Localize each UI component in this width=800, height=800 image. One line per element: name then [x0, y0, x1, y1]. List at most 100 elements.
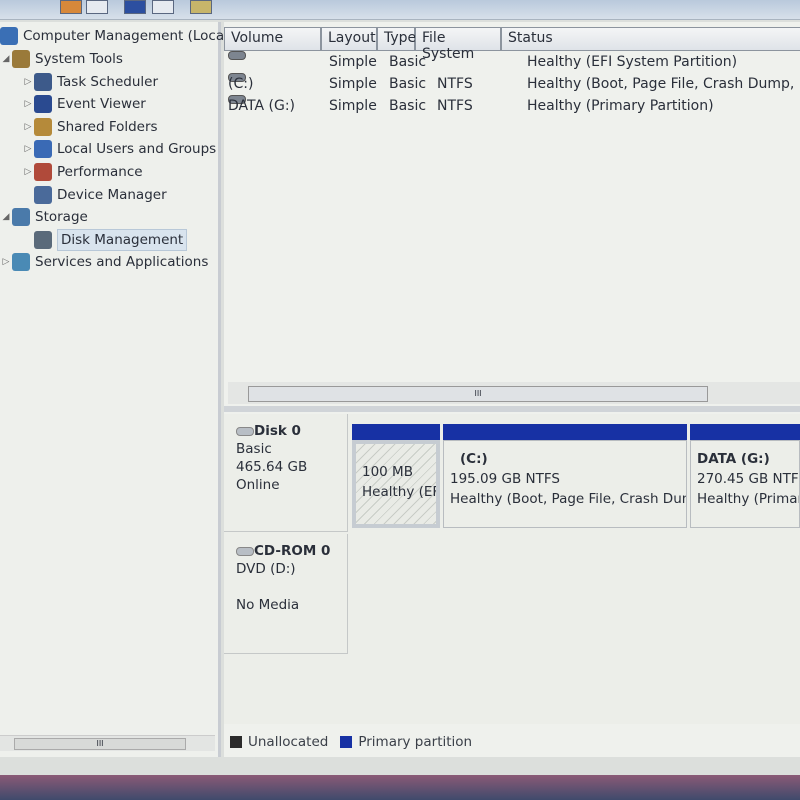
show-hide-tree-button[interactable]: [86, 0, 108, 14]
partition-size: 100 MB: [362, 464, 413, 480]
collapse-arrow-icon[interactable]: ◢: [0, 49, 12, 69]
disk-management-icon: [34, 230, 52, 249]
device-manager-icon: [34, 185, 52, 204]
disk-type: DVD (D:): [236, 561, 296, 577]
disk-0-label[interactable]: Disk 0 Basic 465.64 GB Online: [224, 414, 348, 532]
column-layout[interactable]: Layout: [321, 27, 377, 51]
column-file-system[interactable]: File System: [415, 27, 501, 62]
primary-swatch: [340, 736, 353, 748]
volume-list-header: Volume Layout Type File System Status: [224, 27, 800, 62]
partition-status: Healthy (EF: [362, 484, 440, 500]
shared-folder-icon: [34, 117, 52, 136]
expand-arrow-icon[interactable]: ▷: [22, 72, 34, 92]
disk-state: No Media: [236, 597, 300, 613]
volume-name: (C:): [228, 76, 254, 92]
expand-arrow-icon[interactable]: ▷: [22, 162, 34, 182]
tree-item[interactable]: ◢ Storage: [0, 207, 88, 227]
scroll-thumb[interactable]: III: [14, 738, 186, 750]
volume-list-horizontal-scrollbar[interactable]: III: [228, 382, 800, 404]
pane-splitter[interactable]: [224, 406, 800, 412]
tree-horizontal-scrollbar[interactable]: III: [0, 735, 215, 751]
column-status[interactable]: Status: [501, 27, 800, 51]
tree-item[interactable]: ◢ System Tools: [0, 49, 123, 69]
properties-button[interactable]: [60, 0, 82, 14]
users-icon: [34, 140, 52, 159]
tree-item[interactable]: ▷ Services and Applications: [0, 252, 208, 272]
partition-name: DATA (G:): [697, 451, 770, 467]
scroll-thumb[interactable]: III: [248, 386, 708, 402]
volume-type: Basic: [389, 98, 427, 114]
volume-layout: Simple: [329, 98, 377, 114]
services-icon: [12, 253, 30, 272]
expand-arrow-icon[interactable]: ▷: [0, 252, 12, 272]
storage-icon: [12, 208, 30, 227]
help-button[interactable]: [124, 0, 146, 14]
collapse-arrow-icon[interactable]: ◢: [0, 207, 12, 227]
tree-root-label: Computer Management (Local: [23, 28, 228, 44]
tree-item-label: System Tools: [35, 51, 123, 67]
disk-size: 465.64 GB: [236, 459, 308, 475]
tree-root[interactable]: Computer Management (Local: [0, 26, 228, 46]
disk-graphical-view: Disk 0 Basic 465.64 GB Online 100 MB Heal…: [224, 414, 800, 724]
partition-size: 270.45 GB NTFS: [697, 471, 800, 487]
disk-name: Disk 0: [254, 423, 301, 439]
tree-item[interactable]: ▷ Performance: [22, 162, 143, 182]
volume-fs: NTFS: [437, 98, 473, 114]
tree-item-label: Event Viewer: [57, 96, 146, 113]
unallocated-swatch: [230, 736, 242, 748]
tree-item-label: Disk Management: [57, 228, 188, 251]
taskbar: [0, 775, 800, 800]
legend: Unallocated Primary partition: [230, 734, 472, 750]
volume-type: Basic: [389, 76, 427, 92]
toolbar: [0, 0, 800, 20]
volume-row[interactable]: Simple Basic Healthy (EFI System Partiti…: [224, 51, 800, 73]
expand-arrow-icon[interactable]: ▷: [22, 139, 34, 159]
partition-status: Healthy (Boot, Page File, Crash Dun: [450, 491, 687, 507]
column-type[interactable]: Type: [377, 27, 416, 51]
expand-arrow-icon[interactable]: ▷: [22, 94, 34, 114]
event-viewer-icon: [34, 95, 52, 114]
cdrom-0-label[interactable]: CD-ROM 0 DVD (D:) No Media: [224, 534, 348, 654]
volume-row[interactable]: (C:) Simple Basic NTFS Healthy (Boot, Pa…: [224, 73, 800, 95]
partition-status: Healthy (Primar: [697, 491, 800, 507]
volume-row[interactable]: DATA (G:) Simple Basic NTFS Healthy (Pri…: [224, 95, 800, 117]
volume-status: Healthy (Boot, Page File, Crash Dump, Pr…: [527, 76, 800, 92]
tree-item-label: Local Users and Groups: [57, 141, 217, 158]
performance-icon: [34, 163, 52, 181]
show-action-pane-button[interactable]: [152, 0, 174, 14]
disk-icon: [236, 426, 254, 436]
volume-fs: NTFS: [437, 76, 473, 92]
tools-icon: [12, 50, 30, 68]
disk-name: CD-ROM 0: [254, 543, 331, 559]
partition-data-g[interactable]: DATA (G:) 270.45 GB NTFS Healthy (Primar: [690, 424, 800, 529]
tree-item[interactable]: ▷ Event Viewer: [22, 94, 146, 114]
tree-item[interactable]: ▷ Task Scheduler: [22, 72, 158, 92]
partition-c[interactable]: (C:) 195.09 GB NTFS Healthy (Boot, Page Fi…: [443, 424, 687, 529]
column-volume[interactable]: Volume: [224, 27, 321, 51]
tree-item[interactable]: Disk Management: [22, 228, 188, 251]
tree-item[interactable]: ▷ Shared Folders: [22, 117, 158, 137]
tree-item-label: Storage: [35, 209, 88, 226]
tree-item-label: Performance: [57, 164, 143, 180]
tree-item-label: Shared Folders: [57, 118, 158, 135]
tree-item-label: Services and Applications: [35, 254, 209, 271]
settings-button[interactable]: [190, 0, 212, 14]
expand-arrow-icon[interactable]: ▷: [22, 117, 34, 137]
volume-type: Basic: [389, 54, 427, 70]
partition-efi[interactable]: 100 MB Healthy (EF: [352, 424, 440, 529]
legend-label: Unallocated: [248, 734, 329, 750]
volume-layout: Simple: [329, 76, 377, 92]
disk-management-pane: Volume Layout Type File System Status Si…: [224, 22, 800, 757]
computer-icon: [0, 27, 18, 45]
tree-item[interactable]: ▷ Local Users and Groups: [22, 139, 216, 159]
partition-size: 195.09 GB NTFS: [450, 471, 560, 487]
disk-type: Basic: [236, 441, 272, 457]
volume-status: Healthy (Primary Partition): [527, 98, 714, 114]
disk-state: Online: [236, 477, 280, 493]
tree-item[interactable]: Device Manager: [22, 185, 167, 205]
partition-name: (C:): [460, 451, 488, 467]
tree-item-label: Task Scheduler: [57, 73, 159, 90]
volume-name: DATA (G:): [228, 98, 296, 114]
console-tree: Computer Management (Local ◢ System Tools…: [0, 22, 228, 757]
volume-status: Healthy (EFI System Partition): [527, 54, 738, 70]
